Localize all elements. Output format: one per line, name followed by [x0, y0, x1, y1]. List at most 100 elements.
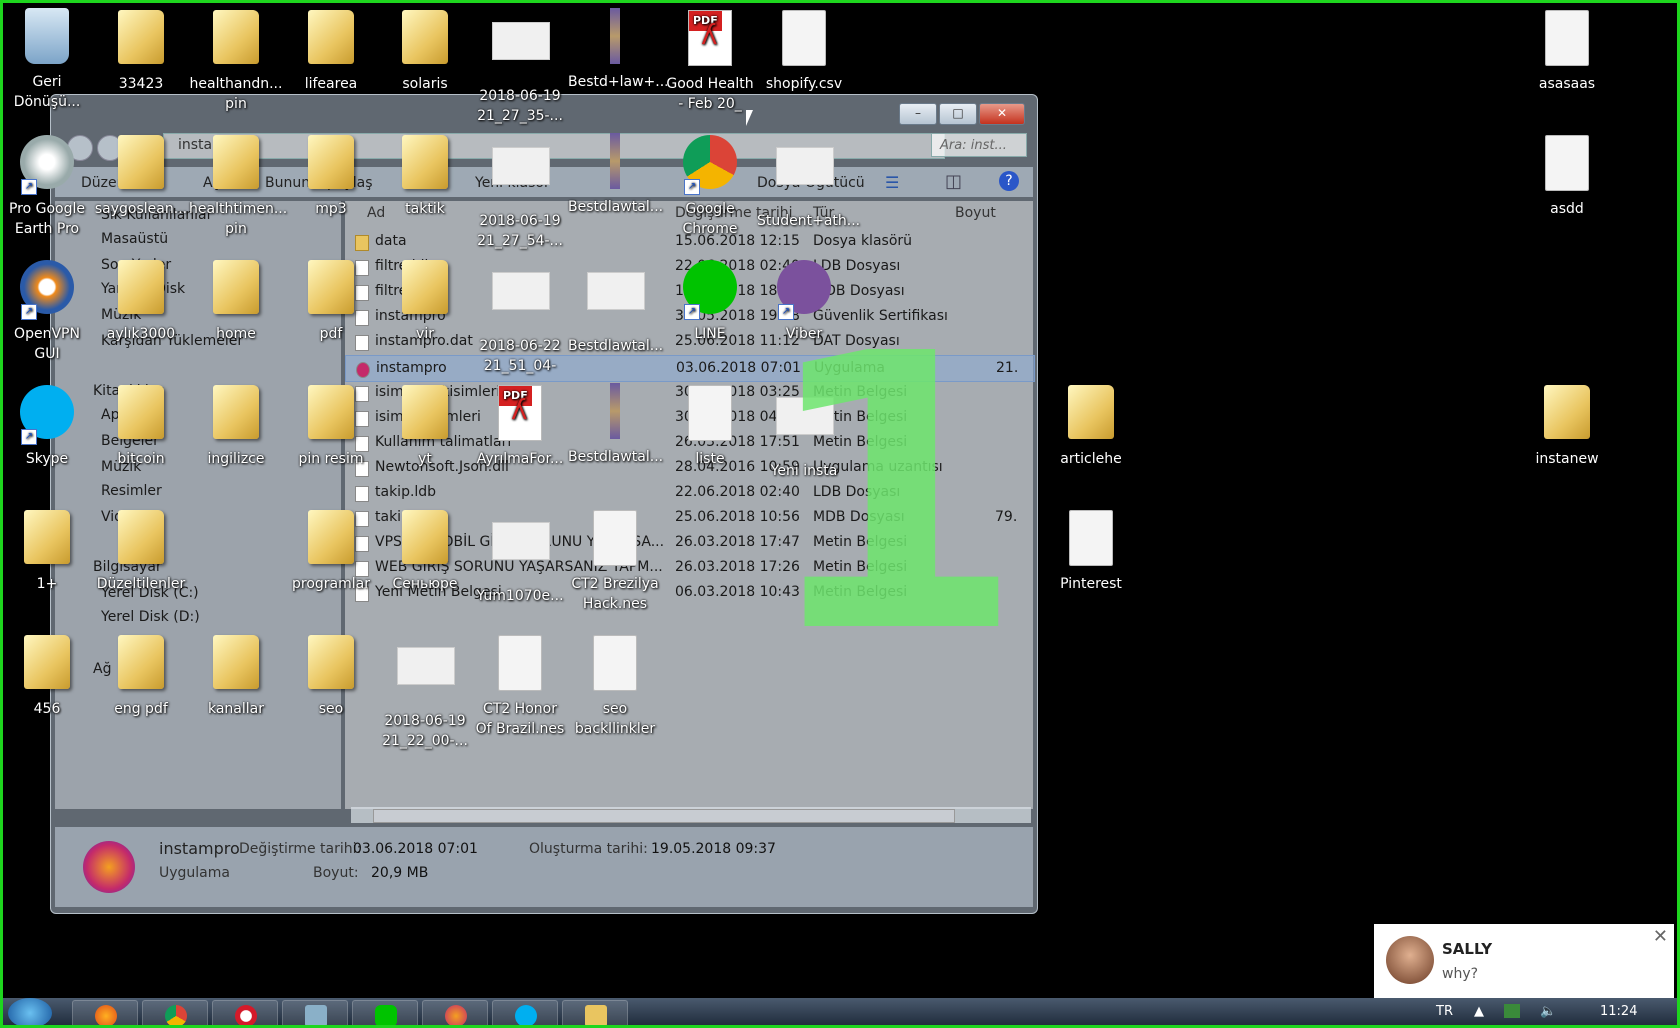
desktop-icon[interactable]: ↗ LINE	[663, 258, 757, 344]
desktop-icon-label: kanallar	[207, 701, 264, 717]
desktop-icon[interactable]: Geri Dönüşü...	[0, 8, 94, 112]
desktop-icon-label: solaris	[402, 76, 448, 92]
desktop-icon[interactable]: CT2 Honor Of Brazil.nes	[473, 633, 567, 739]
desktop-icon[interactable]: yt	[378, 383, 472, 469]
desktop-icon[interactable]: Good Health - Feb 20_	[663, 8, 757, 114]
file-icon	[356, 361, 370, 378]
horizontal-scrollbar[interactable]	[351, 807, 1031, 823]
app-taskbar-button[interactable]	[282, 1000, 348, 1028]
folder-icon	[118, 10, 164, 64]
desktop-icon[interactable]: Düzeltilenler	[94, 508, 188, 594]
folder-icon	[308, 10, 354, 64]
maximize-button[interactable]: □	[939, 103, 977, 125]
folder-icon	[118, 135, 164, 189]
desktop-icon[interactable]: 1+	[0, 508, 94, 594]
desktop-icon[interactable]: healthtimen... pin	[189, 133, 287, 239]
desktop-icon[interactable]: shopify.csv	[757, 8, 851, 94]
search-input[interactable]: Ara: inst...	[931, 133, 1027, 157]
desktop-icon[interactable]: Yum1070e...	[473, 508, 567, 606]
desktop-icon[interactable]: bitcoin	[94, 383, 188, 469]
language-indicator[interactable]: TR	[1436, 1004, 1453, 1019]
desktop-icon[interactable]: programlar	[284, 508, 378, 594]
desktop-icon[interactable]: healthandn... pin	[189, 8, 283, 114]
column-size[interactable]: Boyut	[955, 205, 996, 221]
desktop-icon[interactable]: Сеньюре	[378, 508, 472, 594]
scrollbar-thumb[interactable]	[373, 809, 955, 823]
instampro-taskbar-button[interactable]	[422, 1000, 488, 1028]
nav-item[interactable]: Yerel Disk (D:)	[101, 609, 200, 625]
desktop-icon[interactable]: Bestdlawtal...	[568, 133, 663, 217]
desktop-icon[interactable]: 2018-06-19 21_27_35-...	[473, 8, 567, 126]
desktop-icon[interactable]: taktik	[378, 133, 472, 219]
view-icon[interactable]: ☰	[885, 173, 899, 192]
preview-pane-icon[interactable]: ◫	[945, 171, 962, 192]
clock[interactable]: 11:24	[1600, 1004, 1637, 1019]
desktop-icon[interactable]: instanew	[1520, 383, 1614, 469]
details-pane: instampro Uygulama Değiştirme tarihi: 03…	[55, 827, 1033, 907]
desktop-icon[interactable]: asasaas	[1520, 8, 1614, 94]
folder-icon	[24, 510, 70, 564]
start-button[interactable]	[8, 998, 52, 1028]
desktop-icon-label: saygoslean...	[94, 201, 188, 217]
folder-icon	[213, 385, 259, 439]
desktop-icon-label: Good Health - Feb 20_	[666, 76, 754, 112]
desktop-icon[interactable]: Bestdlawtal...	[568, 258, 663, 356]
strip-icon	[610, 8, 620, 64]
firefox-taskbar-button[interactable]	[72, 1000, 138, 1028]
desktop-icon[interactable]: aylık3000	[94, 258, 188, 344]
file-name: data	[375, 233, 407, 249]
desktop-icon[interactable]: 2018-06-19 21_22_00-...	[378, 633, 472, 751]
close-button[interactable]: ✕	[979, 103, 1025, 125]
desktop-icon[interactable]: ↗ OpenVPN GUI	[0, 258, 94, 364]
opera-taskbar-button[interactable]	[212, 1000, 278, 1028]
chrome-taskbar-button[interactable]	[142, 1000, 208, 1028]
desktop-icon[interactable]: asdd	[1520, 133, 1614, 219]
close-icon[interactable]: ✕	[1653, 926, 1668, 947]
tray-arrow-icon[interactable]: ▲	[1474, 1004, 1484, 1019]
desktop-icon[interactable]: saygoslean...	[94, 133, 188, 219]
desktop-icon-label: Skype	[25, 451, 69, 467]
desktop-icon[interactable]: ↗ Skype	[0, 383, 94, 469]
desktop-icon[interactable]: pdf	[284, 258, 378, 344]
desktop-icon[interactable]: solaris	[378, 8, 472, 94]
help-icon[interactable]: ?	[999, 171, 1019, 191]
desktop-icon[interactable]: home	[189, 258, 283, 344]
chrome-icon	[165, 1005, 187, 1027]
explorer-taskbar-button[interactable]	[562, 1000, 628, 1028]
desktop-icon[interactable]: 456	[0, 633, 94, 719]
file-type: Dosya klasörü	[813, 233, 913, 249]
desktop-icon[interactable]: eng pdf	[94, 633, 188, 719]
desktop-icon[interactable]: 2018-06-22 21_51_04-	[473, 258, 567, 376]
desktop-icon[interactable]: Pinterest	[1044, 508, 1138, 594]
desktop-icon[interactable]: Bestdlawtal...	[568, 383, 663, 467]
desktop-icon[interactable]: Student+ath...	[757, 133, 860, 231]
desktop-icon[interactable]: lifearea	[284, 8, 378, 94]
nav-item[interactable]: Masaüstü	[101, 231, 168, 247]
desktop-icon[interactable]: 33423	[94, 8, 188, 94]
desktop-icon[interactable]: 2018-06-19 21_27_54-...	[473, 133, 567, 251]
desktop-icon[interactable]: AyrılmaFor...	[473, 383, 567, 469]
desktop-icon[interactable]: articlehe	[1044, 383, 1138, 469]
desktop-icon[interactable]: seo	[284, 633, 378, 719]
skype-taskbar-button[interactable]	[492, 1000, 558, 1028]
desktop-icon[interactable]: seo backllinkler	[568, 633, 662, 739]
desktop-icon[interactable]: ingilizce	[189, 383, 283, 469]
desktop-icon-label: 33423	[118, 76, 164, 92]
network-icon[interactable]	[1504, 1004, 1520, 1018]
desktop-icon[interactable]: ↗ Pro Google Earth Pro	[0, 133, 94, 239]
desktop-icon[interactable]: ↗ Google Chrome	[663, 133, 757, 239]
volume-icon[interactable]: 🔈	[1540, 1004, 1556, 1019]
minimize-button[interactable]: –	[899, 103, 937, 125]
desktop-icon[interactable]: kanallar	[189, 633, 283, 719]
line-taskbar-button[interactable]	[352, 1000, 418, 1028]
nav-item[interactable]: Resimler	[101, 483, 162, 499]
desktop-icon[interactable]: vir	[378, 258, 472, 344]
folder-icon	[24, 635, 70, 689]
thumb-icon	[492, 22, 550, 60]
desktop-icon[interactable]: Bestd+law+...	[568, 8, 669, 92]
desktop-icon[interactable]: pin resim	[284, 383, 378, 469]
desktop-icon[interactable]: liste	[663, 383, 757, 469]
chat-popup[interactable]: SALLY why? ✕	[1374, 924, 1674, 998]
desktop-icon[interactable]: mp3	[284, 133, 378, 219]
desktop-icon[interactable]: CT2 Brezilya Hack.nes	[568, 508, 662, 614]
